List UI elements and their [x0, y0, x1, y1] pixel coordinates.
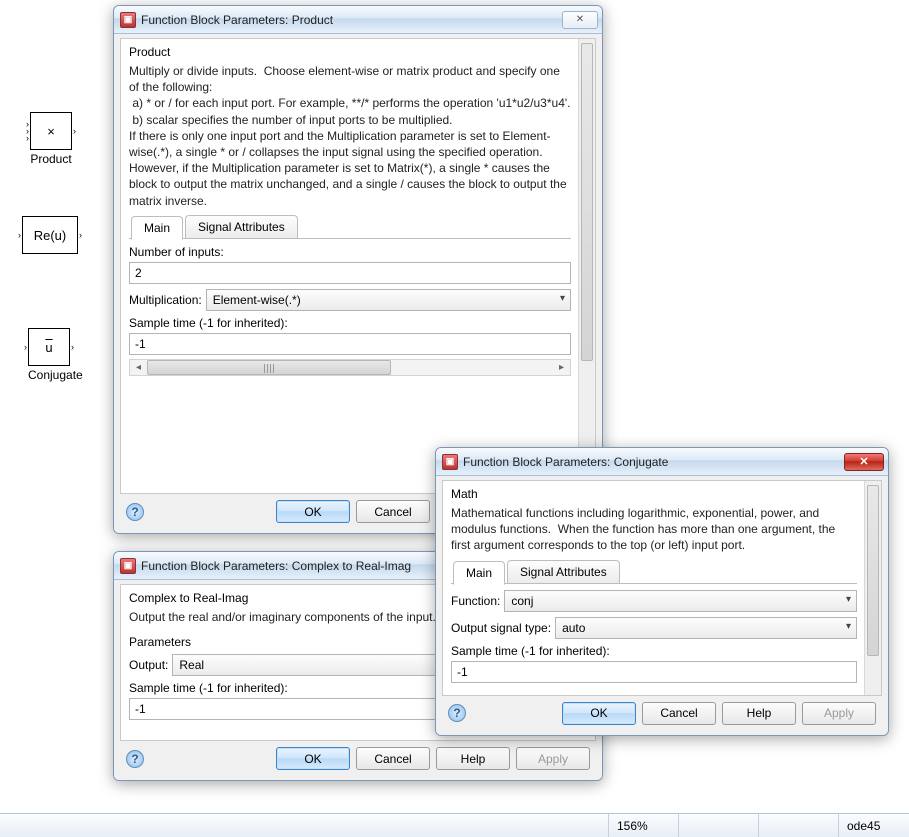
sample-time-input[interactable] [129, 333, 571, 355]
description-text: Mathematical functions including logarit… [451, 505, 857, 554]
status-zoom: 156% [609, 814, 679, 837]
block-symbol: u [45, 340, 52, 355]
block-label: Product [30, 152, 72, 166]
tab-row: Main Signal Attributes [129, 215, 571, 239]
multiplication-value: Element-wise(.*) [213, 293, 301, 307]
sample-time-label: Sample time (-1 for inherited): [129, 316, 571, 330]
status-cell [0, 814, 609, 837]
multiplication-label: Multiplication: [129, 293, 202, 307]
output-type-label: Output signal type: [451, 621, 551, 635]
cancel-button[interactable]: Cancel [356, 747, 430, 770]
tab-signal-attributes[interactable]: Signal Attributes [507, 560, 620, 583]
close-button[interactable]: ✕ [844, 453, 884, 471]
output-type-select[interactable]: auto [555, 617, 857, 639]
block-product[interactable]: › › › × › Product [30, 112, 72, 166]
cancel-button[interactable]: Cancel [642, 702, 716, 725]
scrollbar-horizontal[interactable]: ◂ ▸ [129, 359, 571, 376]
function-select[interactable]: conj [504, 590, 857, 612]
frame-title: Math [451, 487, 857, 501]
app-icon: ▣ [442, 454, 458, 470]
block-conjugate[interactable]: › u › Conjugate [28, 328, 83, 382]
status-solver: ode45 [839, 814, 909, 837]
block-symbol: Re(u) [34, 228, 67, 243]
port-in-icon: › [18, 230, 21, 240]
output-label: Output: [129, 658, 168, 672]
num-inputs-label: Number of inputs: [129, 245, 571, 259]
function-value: conj [511, 594, 533, 608]
num-inputs-input[interactable] [129, 262, 571, 284]
output-value: Real [179, 658, 204, 672]
port-in-icon: › [26, 119, 29, 129]
status-bar: 156% ode45 [0, 813, 909, 837]
apply-button[interactable]: Apply [802, 702, 876, 725]
sample-time-input[interactable] [451, 661, 857, 683]
function-label: Function: [451, 594, 500, 608]
port-out-icon: › [71, 342, 74, 352]
titlebar[interactable]: ▣ Function Block Parameters: Conjugate ✕ [436, 448, 888, 476]
titlebar[interactable]: ▣ Function Block Parameters: Product ✕ [114, 6, 602, 34]
block-label: Conjugate [28, 368, 83, 382]
dialog-conjugate: ▣ Function Block Parameters: Conjugate ✕… [435, 447, 889, 736]
app-icon: ▣ [120, 558, 136, 574]
close-button[interactable]: ✕ [562, 11, 598, 29]
multiplication-select[interactable]: Element-wise(.*) [206, 289, 571, 311]
port-in-icon: › [26, 133, 29, 143]
scroll-left-icon[interactable]: ◂ [130, 360, 147, 375]
help-icon[interactable]: ? [448, 704, 466, 722]
tab-row: Main Signal Attributes [451, 560, 857, 584]
tab-signal-attributes[interactable]: Signal Attributes [185, 215, 298, 238]
port-out-icon: › [79, 230, 82, 240]
window-title: Function Block Parameters: Product [141, 13, 560, 27]
port-out-icon: › [73, 126, 76, 136]
apply-button[interactable]: Apply [516, 747, 590, 770]
block-reu[interactable]: › Re(u) › [22, 216, 78, 254]
status-cell [679, 814, 759, 837]
help-icon[interactable]: ? [126, 750, 144, 768]
tab-main[interactable]: Main [131, 216, 183, 240]
scroll-right-icon[interactable]: ▸ [553, 360, 570, 375]
ok-button[interactable]: OK [562, 702, 636, 725]
output-type-value: auto [562, 621, 585, 635]
help-button[interactable]: Help [722, 702, 796, 725]
sample-time-label: Sample time (-1 for inherited): [451, 644, 857, 658]
window-title: Function Block Parameters: Conjugate [463, 455, 842, 469]
ok-button[interactable]: OK [276, 747, 350, 770]
ok-button[interactable]: OK [276, 500, 350, 523]
block-symbol: × [47, 124, 55, 139]
help-icon[interactable]: ? [126, 503, 144, 521]
help-button[interactable]: Help [436, 747, 510, 770]
tab-main[interactable]: Main [453, 561, 505, 585]
description-text: Multiply or divide inputs. Choose elemen… [129, 63, 571, 209]
status-cell [759, 814, 839, 837]
frame-title: Product [129, 45, 571, 59]
app-icon: ▣ [120, 12, 136, 28]
port-in-icon: › [24, 342, 27, 352]
cancel-button[interactable]: Cancel [356, 500, 430, 523]
